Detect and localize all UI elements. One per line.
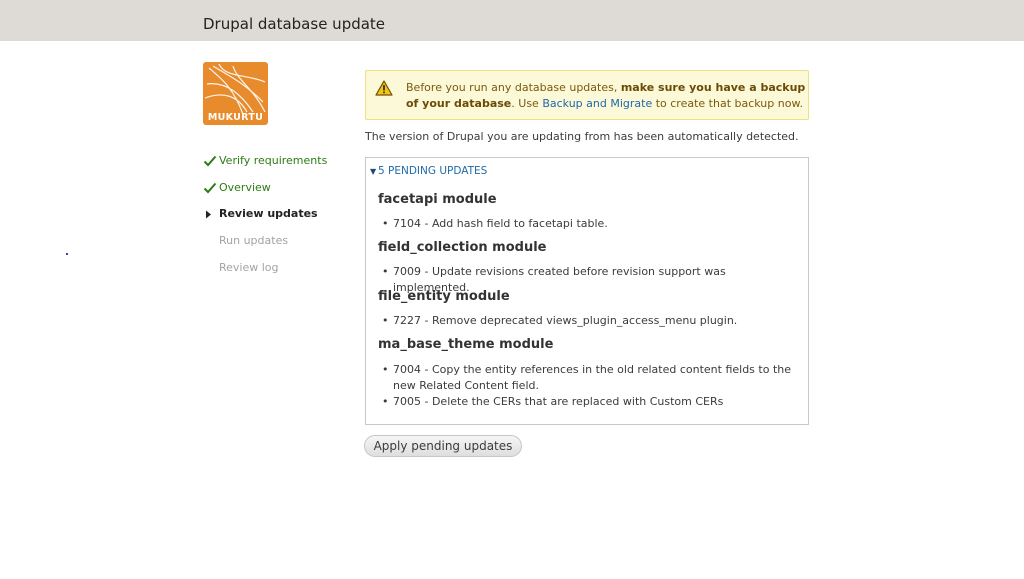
task-run-updates: Run updates (203, 232, 327, 259)
update-text: 7227 - Remove deprecated views_plugin_ac… (393, 314, 738, 327)
bullet: • (382, 314, 389, 327)
page-title: Drupal database update (203, 15, 386, 33)
update-text: 7004 - Copy the entity references in the… (393, 363, 791, 392)
pending-updates-fieldset: ▼ 5 PENDING UPDATES facetapi module • 7104… (365, 157, 809, 425)
update-item: • 7005 - Delete the CERs that are replace… (382, 394, 792, 410)
pending-updates-toggle[interactable]: ▼ 5 PENDING UPDATES (370, 164, 487, 179)
warning-middle: . Use (511, 97, 543, 110)
module-title: facetapi module (378, 192, 497, 207)
warning-suffix: to create that backup now. (652, 97, 803, 110)
task-label: Verify requirements (219, 154, 328, 167)
caret-down-icon: ▼ (370, 167, 377, 176)
task-overview: Overview (203, 179, 327, 206)
bullet: • (382, 395, 389, 408)
task-label: Run updates (219, 234, 289, 248)
update-item: • 7104 - Add hash field to facetapi table… (382, 216, 792, 232)
warning-text: Before you run any database updates, mak… (406, 80, 806, 112)
task-verify-requirements: Verify requirements (203, 152, 327, 179)
bullet: • (382, 265, 389, 278)
stray-pixel (66, 253, 68, 255)
arrow-right-icon (206, 210, 211, 219)
mukurtu-logo: MUKURTU (203, 62, 268, 125)
task-label: Review log (219, 260, 279, 274)
task-review-log: Review log (203, 259, 327, 286)
bullet: • (382, 217, 389, 230)
logo-text: MUKURTU (207, 112, 264, 123)
update-item: • 7004 - Copy the entity references in th… (382, 362, 792, 394)
backup-warning-message: Before you run any database updates, mak… (365, 70, 809, 120)
warning-icon (375, 80, 393, 96)
task-label: Review updates (219, 207, 318, 221)
bullet: • (382, 363, 389, 376)
warning-prefix: Before you run any database updates, (406, 81, 621, 94)
update-text: 7005 - Delete the CERs that are replaced… (393, 395, 724, 408)
module-title: ma_base_theme module (378, 337, 554, 352)
intro-text: The version of Drupal you are updating f… (365, 130, 799, 143)
module-title: file_entity module (378, 289, 510, 304)
task-review-updates: Review updates (203, 205, 327, 232)
task-label: Overview (219, 180, 271, 194)
apply-pending-updates-button[interactable]: Apply pending updates (364, 435, 522, 457)
checkmark-icon (203, 155, 217, 167)
task-list: Verify requirements Overview Review upda… (203, 152, 327, 285)
pending-updates-legend: 5 PENDING UPDATES (378, 165, 488, 177)
module-title: field_collection module (378, 240, 547, 255)
backup-and-migrate-link[interactable]: Backup and Migrate (542, 97, 652, 110)
update-text: 7104 - Add hash field to facetapi table. (393, 217, 608, 230)
page-header: Drupal database update (0, 0, 1024, 41)
update-item: • 7227 - Remove deprecated views_plugin_a… (382, 313, 792, 329)
checkmark-icon (203, 182, 217, 194)
